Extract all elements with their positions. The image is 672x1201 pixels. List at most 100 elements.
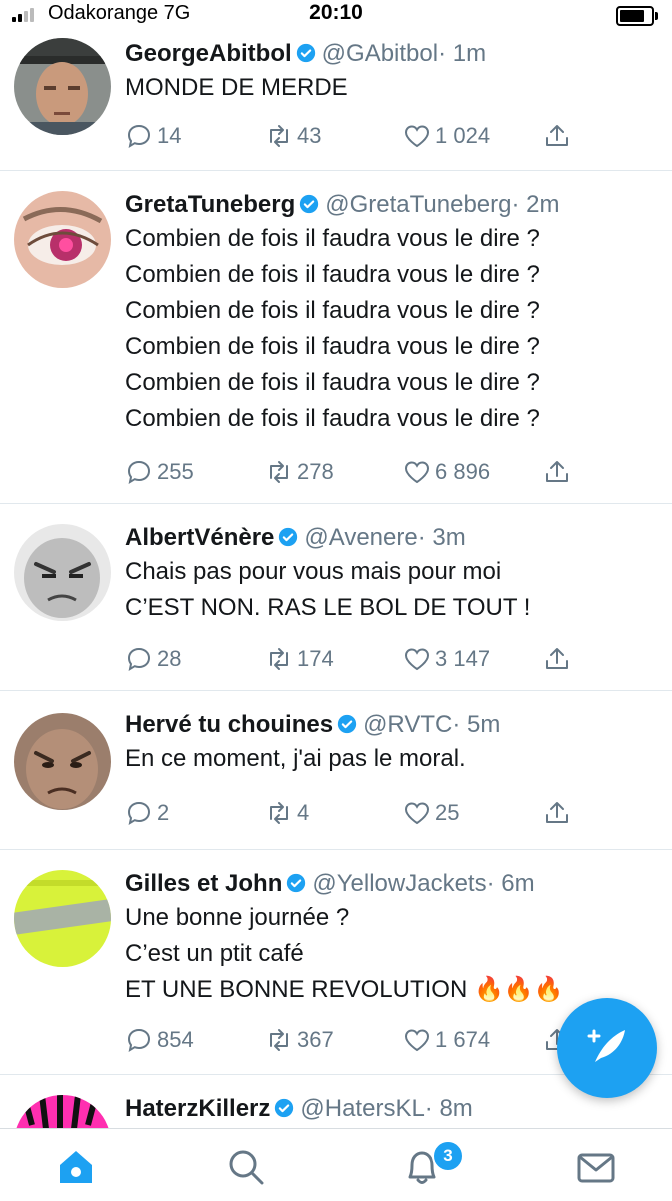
reply-icon (127, 1028, 151, 1053)
author-name[interactable]: HaterzKillerz (125, 1095, 270, 1122)
tweet[interactable]: GeorgeAbitbol @GAbitbol· 1m MONDE DE MERD… (0, 28, 672, 171)
author-handle[interactable]: @GAbitbol (322, 40, 438, 67)
retweet-icon (270, 802, 288, 824)
tab-messages[interactable] (574, 1145, 618, 1189)
tweet-text-line: C’est un ptit café (125, 940, 304, 967)
reply-button[interactable]: 2 (125, 795, 169, 831)
share-button[interactable] (543, 454, 575, 490)
reply-icon (127, 460, 151, 485)
avatar[interactable] (14, 1095, 111, 1128)
heart-icon (404, 125, 430, 148)
tweet-time: · 1m (438, 40, 487, 67)
author-name[interactable]: Hervé tu chouines (125, 711, 333, 738)
retweet-count: 278 (297, 459, 334, 484)
avatar[interactable] (14, 38, 111, 135)
envelope-icon (577, 1153, 615, 1183)
like-count: 1 024 (435, 123, 491, 148)
avatar[interactable] (14, 870, 111, 967)
like-button[interactable]: 1 024 (403, 118, 490, 154)
tweet[interactable]: GretaTuneberg @GretaTuneberg· 2m Combien … (0, 171, 672, 504)
reply-button[interactable]: 28 (125, 641, 181, 677)
tweet-actions: 255 278 6 896 (125, 454, 582, 490)
tweet-text-line: Combien de fois il faudra vous le dire ? (125, 405, 540, 432)
retweet-button[interactable]: 367 (265, 1022, 334, 1058)
battery-icon (616, 6, 658, 26)
retweet-count: 174 (297, 646, 334, 671)
verified-badge-icon (287, 873, 306, 893)
share-icon (546, 461, 568, 482)
avatar[interactable] (14, 524, 111, 621)
retweet-button[interactable]: 174 (265, 641, 334, 677)
tweet-text-line: Une bonne journée ? (125, 904, 350, 931)
tweet-actions: 14 43 1 024 (125, 118, 582, 154)
heart-icon (404, 648, 430, 671)
share-button[interactable] (543, 795, 575, 831)
tweet-time: · 6m (486, 870, 535, 897)
verified-badge-icon (296, 43, 315, 63)
tab-search[interactable] (224, 1145, 268, 1189)
heart-icon (404, 461, 430, 484)
verified-badge-icon (275, 1098, 294, 1118)
tweet[interactable]: AlbertVénère @Avenere· 3m Chais pas pour … (0, 504, 672, 691)
retweet-button[interactable]: 4 (265, 795, 309, 831)
heart-icon (404, 1029, 430, 1052)
retweet-count: 4 (297, 800, 310, 825)
like-count: 1 674 (435, 1027, 491, 1052)
status-time: 20:10 (309, 1, 363, 24)
tweet-text-line: Combien de fois il faudra vous le dire ? (125, 369, 540, 396)
author-name[interactable]: Gilles et John (125, 870, 282, 897)
tweet-text-line: Combien de fois il faudra vous le dire ? (125, 297, 540, 324)
author-handle[interactable]: @YellowJackets (312, 870, 486, 897)
reply-count: 28 (157, 646, 182, 671)
like-count: 3 147 (435, 646, 491, 671)
author-handle[interactable]: @Avenere (304, 524, 417, 551)
like-count: 6 896 (435, 459, 491, 484)
author-handle[interactable]: @GretaTuneberg (325, 191, 511, 218)
verified-badge-icon (337, 714, 357, 734)
reply-count: 255 (157, 459, 194, 484)
reply-icon (127, 647, 151, 672)
author-name[interactable]: GeorgeAbitbol (125, 40, 292, 67)
verified-badge-icon (300, 194, 319, 214)
tweet-time: · 2m (511, 191, 560, 218)
tweet-text-line: Combien de fois il faudra vous le dire ? (125, 333, 540, 360)
tweet-text-line: Chais pas pour vous mais pour moi (125, 558, 502, 585)
reply-button[interactable]: 854 (125, 1022, 194, 1058)
share-icon (546, 648, 568, 669)
retweet-icon (270, 461, 288, 483)
tweet-time: · 5m (452, 711, 501, 738)
reply-icon (127, 124, 151, 149)
compose-tweet-button[interactable] (557, 998, 657, 1098)
avatar[interactable] (14, 713, 111, 810)
retweet-icon (270, 125, 288, 147)
tweet-text-line: C’EST NON. RAS LE BOL DE TOUT ! (125, 594, 531, 621)
author-name[interactable]: GretaTuneberg (125, 191, 295, 218)
like-button[interactable]: 3 147 (403, 641, 490, 677)
bottom-tab-bar (0, 1128, 672, 1201)
compose-feather-icon (587, 1029, 625, 1062)
status-bar: Odakorange 7G 20:10 (0, 0, 672, 30)
share-button[interactable] (543, 118, 575, 154)
author-handle[interactable]: @HatersKL (300, 1095, 424, 1122)
notifications-badge: 3 (432, 1140, 464, 1172)
reply-button[interactable]: 14 (125, 118, 181, 154)
tweet-time: · 8m (424, 1095, 473, 1122)
like-button[interactable]: 6 896 (403, 454, 490, 490)
retweet-icon (270, 1029, 288, 1051)
tab-home[interactable] (54, 1145, 98, 1189)
retweet-count: 43 (297, 123, 322, 148)
reply-button[interactable]: 255 (125, 454, 194, 490)
share-button[interactable] (543, 641, 575, 677)
like-button[interactable]: 25 (403, 795, 459, 831)
tweet-text-line: Combien de fois il faudra vous le dire ? (125, 261, 540, 288)
author-name[interactable]: AlbertVénère (125, 524, 274, 551)
retweet-icon (270, 648, 288, 670)
reply-count: 2 (157, 800, 170, 825)
retweet-button[interactable]: 43 (265, 118, 321, 154)
retweet-button[interactable]: 278 (265, 454, 334, 490)
tweet-actions: 854 367 1 674 (125, 1022, 582, 1058)
avatar[interactable] (14, 191, 111, 288)
like-button[interactable]: 1 674 (403, 1022, 490, 1058)
tweet[interactable]: Hervé tu chouines @RVTC· 5m En ce moment,… (0, 691, 672, 850)
author-handle[interactable]: @RVTC (363, 711, 452, 738)
